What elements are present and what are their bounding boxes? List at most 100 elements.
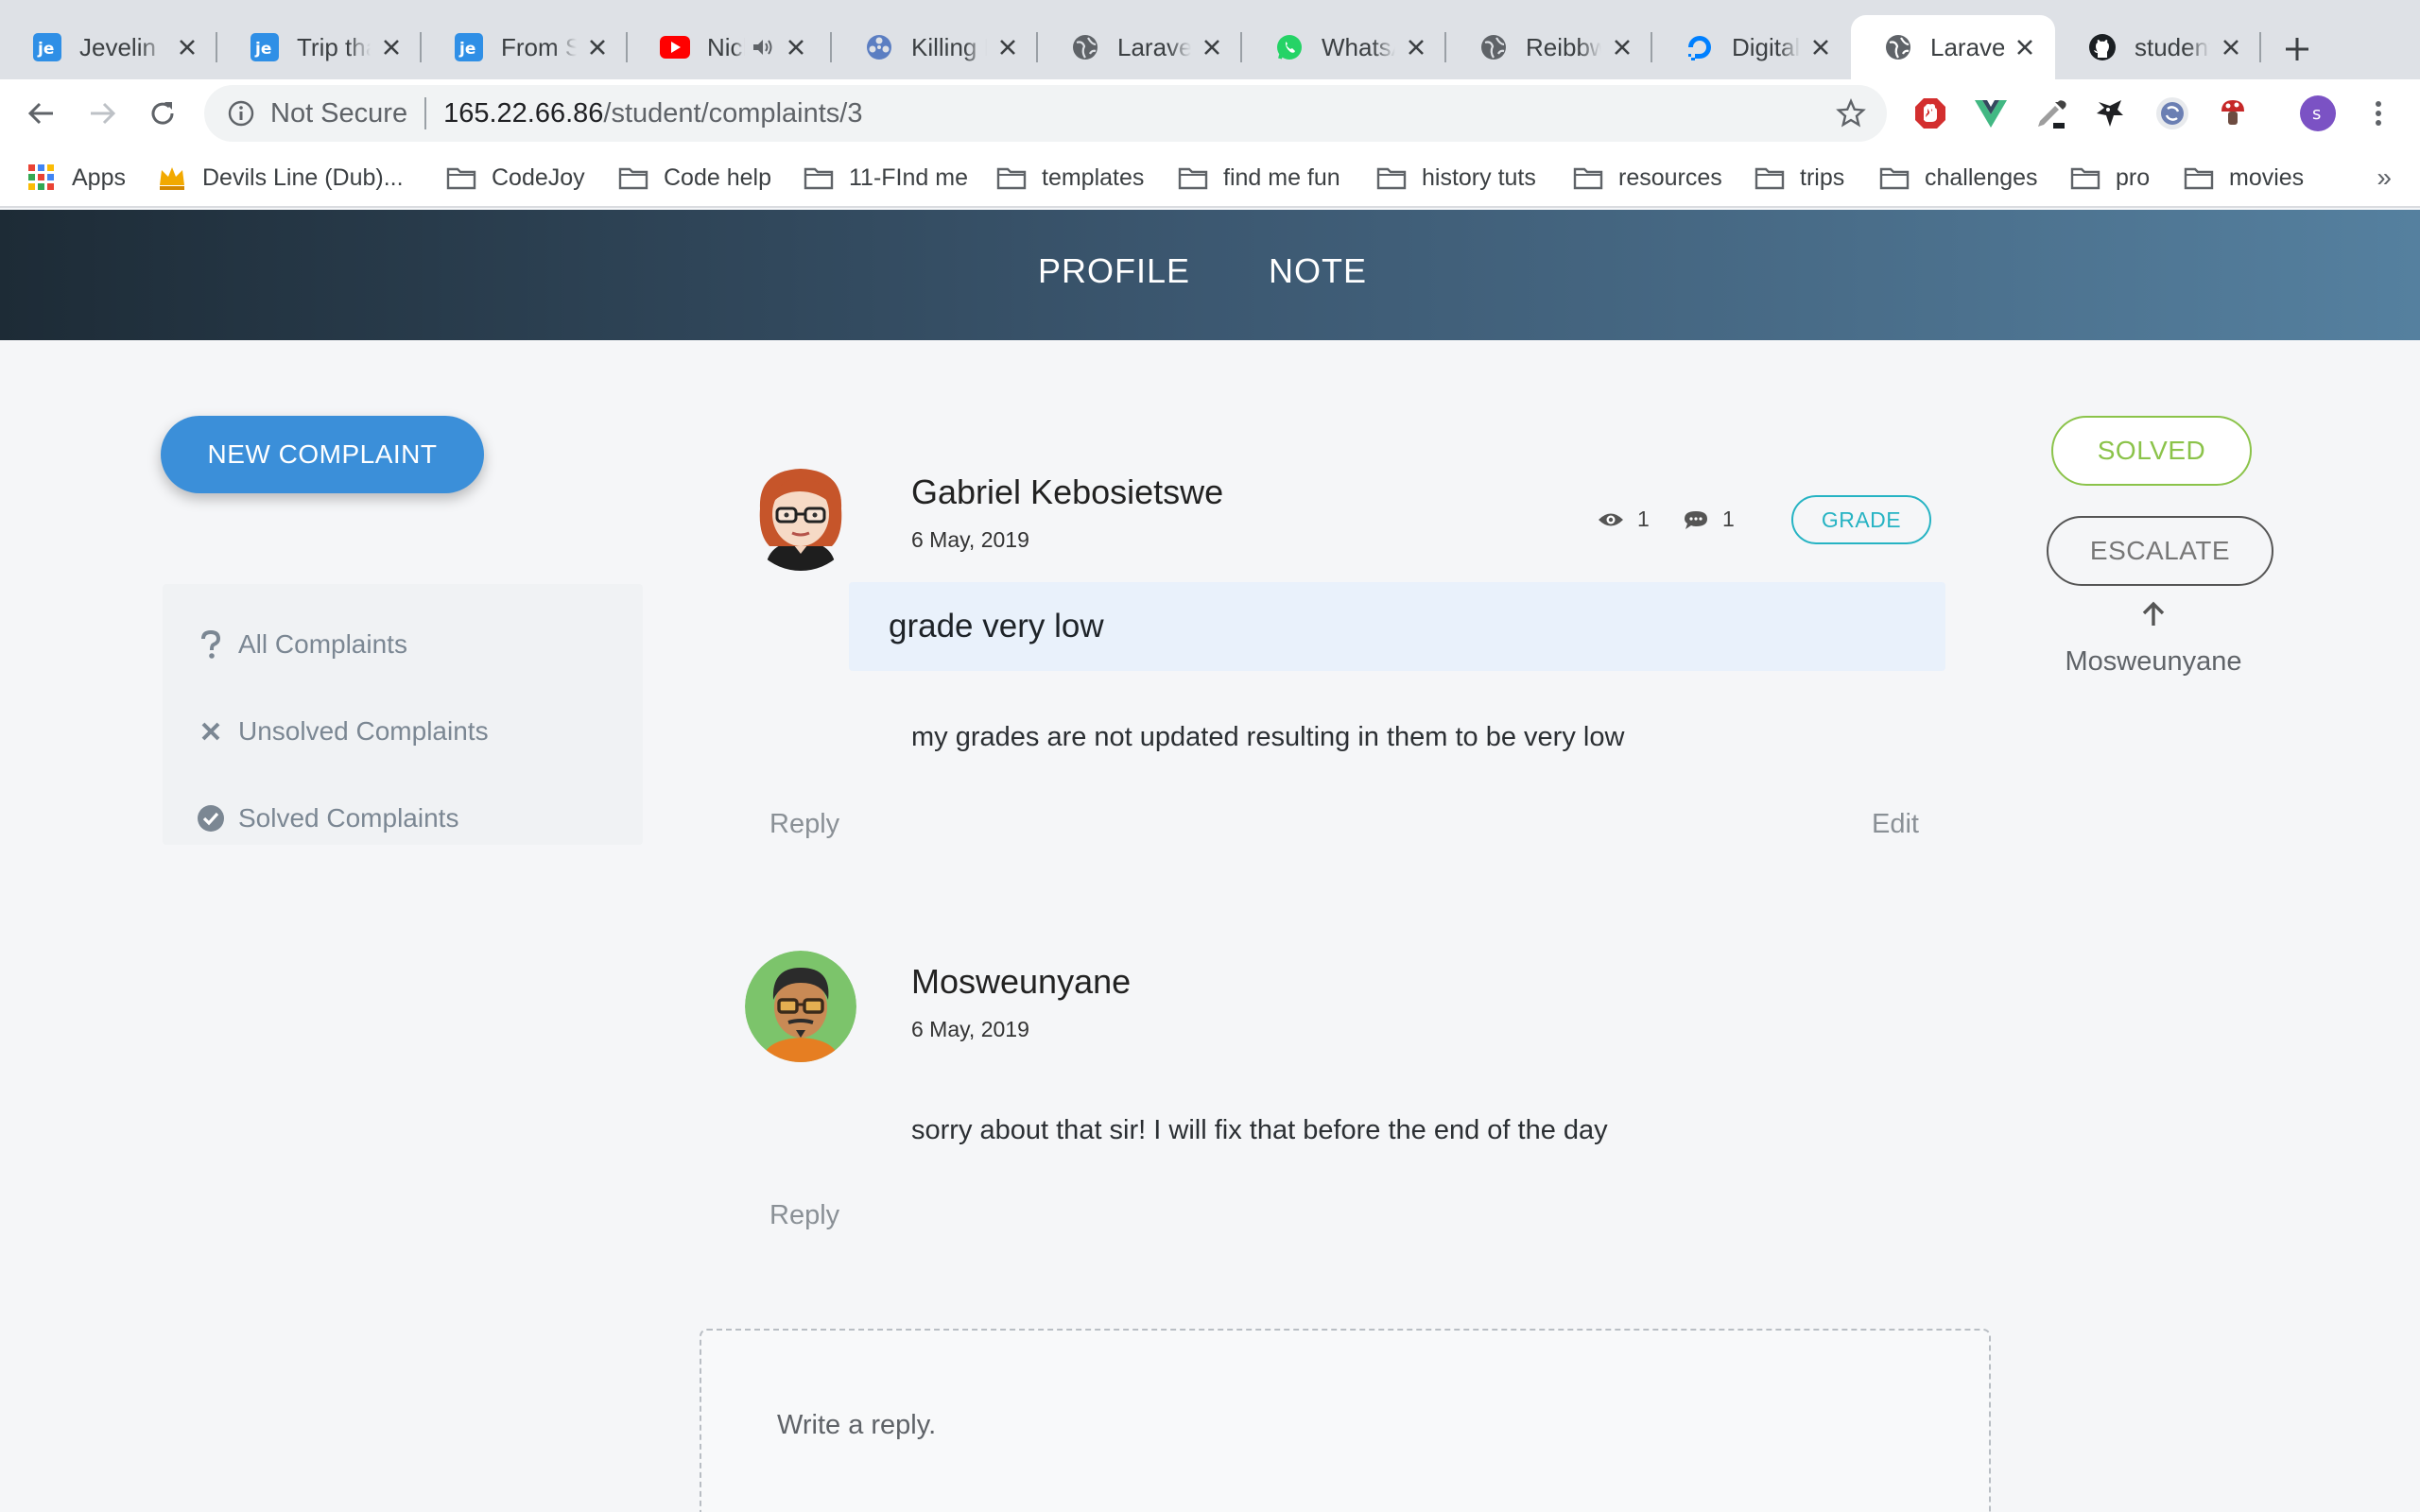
close-tab-icon[interactable] [1609, 34, 1635, 60]
menu-kebab-icon[interactable] [2360, 94, 2397, 132]
github-favicon [2087, 32, 2118, 62]
svg-text:je: je [458, 40, 475, 59]
bookmark-folder[interactable]: Code help [618, 157, 771, 198]
bookmarks-overflow-icon[interactable]: » [2377, 157, 2392, 198]
browser-tab[interactable]: DigitalC [1652, 15, 1851, 79]
filter-solved-complaints[interactable]: Solved Complaints [197, 790, 458, 847]
filter-all-complaints[interactable]: All Complaints [197, 616, 407, 673]
reply-date: 6 May, 2019 [911, 1017, 1029, 1041]
adblock-extension-icon[interactable] [1911, 94, 1949, 132]
reload-icon[interactable] [142, 93, 183, 134]
bookmark-folder[interactable]: movies [2184, 157, 2304, 198]
reply-textarea[interactable]: Write a reply. [700, 1329, 1991, 1512]
escalate-button[interactable]: ESCALATE [2047, 516, 2273, 586]
bookmark-apps[interactable]: Apps [26, 157, 126, 198]
forward-arrow-icon[interactable] [81, 93, 123, 134]
youtube-favicon [660, 32, 690, 62]
close-tab-icon[interactable] [378, 34, 405, 60]
check-circle-icon [197, 804, 225, 833]
tab-title: Nick [707, 32, 745, 61]
reply-body: sorry about that sir! I will fix that be… [911, 1115, 1608, 1145]
bookmarks-bar: Apps Devils Line (Dub)... CodeJoy Code h… [0, 147, 2420, 208]
bookmark-folder[interactable]: pro [2070, 157, 2150, 198]
bookmark-folder[interactable]: challenges [1879, 157, 2038, 198]
security-label[interactable]: Not Secure [270, 98, 407, 129]
browser-tab-active[interactable]: Laravel [1851, 15, 2055, 79]
browser-tab[interactable]: Killing E [832, 15, 1038, 79]
browser-tab[interactable]: Laravel [1038, 15, 1242, 79]
info-icon[interactable] [225, 97, 257, 129]
close-tab-icon[interactable] [1199, 34, 1225, 60]
reply-link[interactable]: Reply [769, 809, 839, 840]
new-complaint-button[interactable]: NEW COMPLAINT [161, 416, 484, 493]
speaker-icon[interactable] [752, 38, 775, 57]
comment-count: 1 [1683, 507, 1735, 532]
color-picker-extension-icon[interactable] [2032, 94, 2070, 132]
browser-tab[interactable]: WhatsA [1242, 15, 1446, 79]
bookmark-item[interactable]: Devils Line (Dub)... [157, 157, 404, 198]
jevelin-favicon: je [32, 32, 62, 62]
jevelin-favicon: je [250, 32, 280, 62]
browser-tab[interactable]: student [2055, 15, 2261, 79]
solved-button[interactable]: SOLVED [2051, 416, 2252, 486]
close-tab-icon[interactable] [2012, 34, 2038, 60]
nav-link-note[interactable]: NOTE [1269, 251, 1367, 291]
browser-tab[interactable]: Reibbw [1446, 15, 1652, 79]
close-tab-icon[interactable] [174, 34, 200, 60]
folder-icon [1754, 163, 1785, 193]
back-arrow-icon[interactable] [21, 93, 62, 134]
browser-tab[interactable]: je From Si [422, 15, 628, 79]
close-tab-icon[interactable] [994, 34, 1021, 60]
tab-separator [2259, 32, 2261, 62]
folder-icon [618, 163, 648, 193]
edit-link[interactable]: Edit [1872, 809, 1919, 840]
category-tag[interactable]: GRADE [1791, 495, 1931, 544]
close-tab-icon[interactable] [1403, 34, 1429, 60]
bookmark-star-icon[interactable] [1834, 96, 1868, 130]
reply-link[interactable]: Reply [769, 1200, 839, 1231]
avatar [745, 459, 856, 571]
complaint-body: my grades are not updated resulting in t… [911, 722, 1625, 752]
svg-text:je: je [37, 40, 54, 59]
browser-tab[interactable]: je Trip tha [217, 15, 422, 79]
address-bar[interactable]: Not Secure 165.22.66.86/student/complain… [204, 85, 1887, 142]
filter-unsolved-complaints[interactable]: Unsolved Complaints [197, 703, 489, 760]
avatar [745, 951, 856, 1062]
close-tab-icon[interactable] [783, 34, 809, 60]
bookmark-folder[interactable]: templates [996, 157, 1144, 198]
jevelin-favicon: je [454, 32, 484, 62]
reply-author[interactable]: Mosweunyane [911, 962, 1131, 1002]
tab-title: From Si [501, 32, 577, 61]
bookmark-label: trips [1800, 163, 1845, 191]
folder-icon [2070, 163, 2100, 193]
question-icon [197, 630, 225, 659]
close-tab-icon[interactable] [2218, 34, 2244, 60]
bookmark-folder[interactable]: resources [1573, 157, 1722, 198]
mushroom-extension-icon[interactable] [2214, 94, 2252, 132]
bookmark-folder[interactable]: history tuts [1376, 157, 1536, 198]
browser-tab[interactable]: je Jevelin [0, 15, 217, 79]
nav-link-profile[interactable]: PROFILE [1038, 251, 1190, 291]
filter-label: All Complaints [238, 629, 407, 659]
globe-favicon [1883, 32, 1913, 62]
close-tab-icon[interactable] [584, 34, 611, 60]
vue-devtools-icon[interactable] [1972, 94, 2010, 132]
bookmark-folder[interactable]: CodeJoy [446, 157, 585, 198]
bookmark-folder[interactable]: 11-FInd me [804, 157, 968, 198]
tab-title: DigitalC [1732, 32, 1800, 61]
new-tab-icon[interactable] [2276, 28, 2318, 70]
bookmark-folder[interactable]: trips [1754, 157, 1844, 198]
eye-icon [1598, 508, 1624, 531]
browser-tab[interactable]: Nick [628, 15, 832, 79]
filter-label: Unsolved Complaints [238, 716, 489, 746]
bookmark-folder[interactable]: find me fun [1178, 157, 1340, 198]
tab-title: Reibbw [1526, 32, 1601, 61]
complaint-subject: grade very low [849, 582, 1945, 671]
refresh-extension-icon[interactable] [2153, 94, 2191, 132]
close-tab-icon[interactable] [1807, 34, 1834, 60]
bookmark-label: Devils Line (Dub)... [202, 163, 404, 191]
digitalocean-favicon [1685, 32, 1715, 62]
complaint-author[interactable]: Gabriel Kebosietswe [911, 472, 1223, 512]
mascot-extension-icon[interactable] [2091, 94, 2129, 132]
avatar[interactable]: s [2299, 94, 2337, 132]
